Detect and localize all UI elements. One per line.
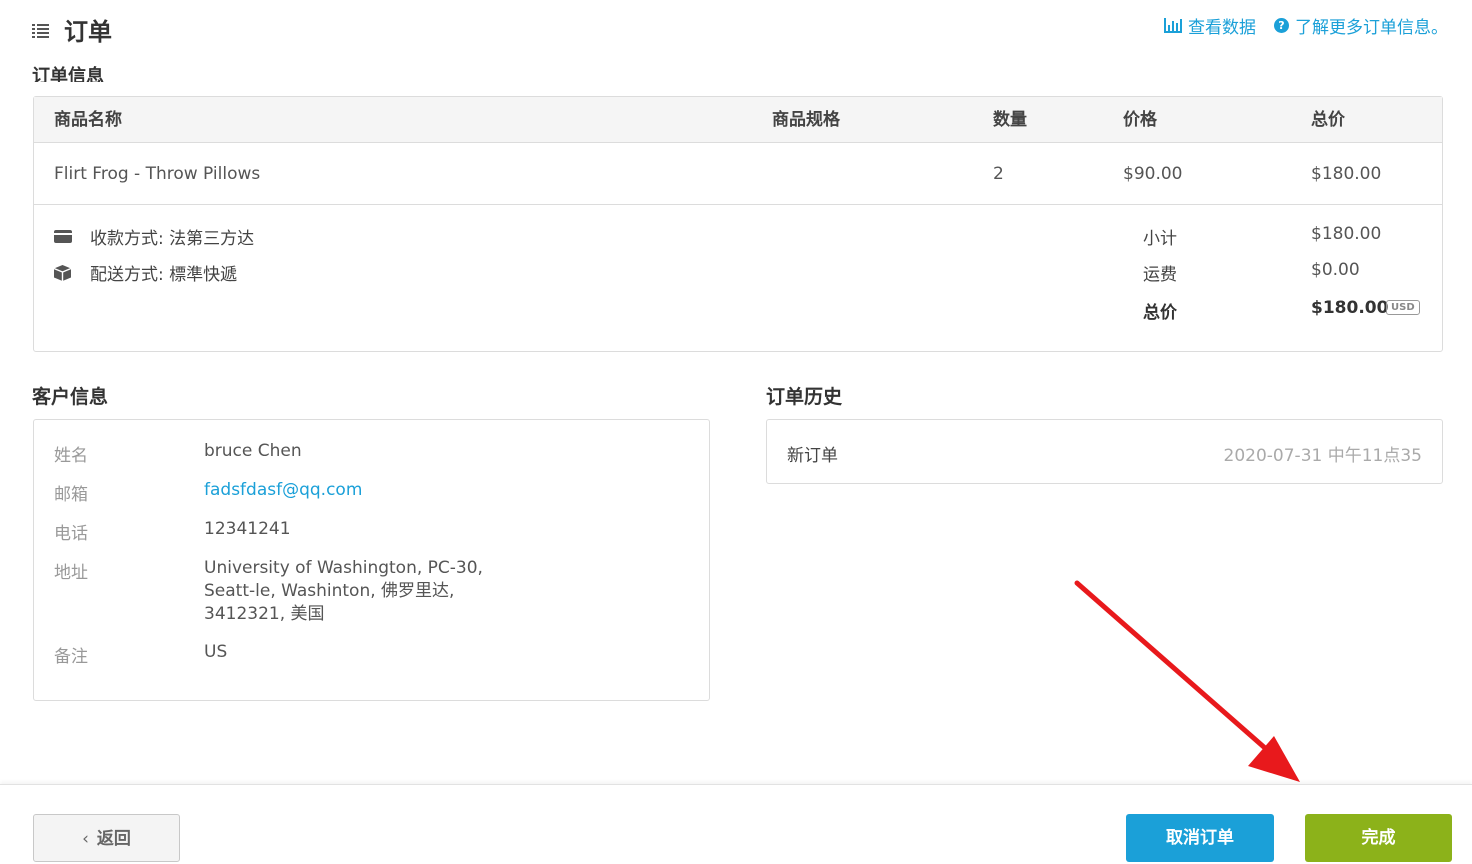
col-qty: 数量 [993, 110, 1027, 130]
col-spec: 商品规格 [772, 110, 840, 130]
box-icon [54, 265, 71, 281]
product-price: $90.00 [1123, 164, 1183, 184]
product-total: $180.00 [1311, 164, 1382, 184]
footer-bar: ‹ 返回 取消订单 完成 [0, 784, 1472, 864]
total-value: $180.00 [1311, 298, 1389, 318]
question-circle-icon: ? [1274, 18, 1289, 33]
name-label: 姓名 [54, 446, 88, 466]
page-title: 订单 [64, 18, 112, 46]
shipping-fee-value: $0.00 [1311, 260, 1360, 280]
cancel-order-button[interactable]: 取消订单 [1126, 814, 1274, 862]
history-time: 2020-07-31 中午11点35 [1223, 446, 1422, 466]
learn-more-link[interactable]: ? 了解更多订单信息。 [1274, 13, 1448, 38]
payment-method-text: 收款方式: 法第三方达 [90, 229, 255, 249]
learn-more-label: 了解更多订单信息。 [1295, 18, 1448, 38]
history-event: 新订单 [787, 446, 838, 466]
currency-badge: USD [1386, 300, 1420, 315]
email-label: 邮箱 [54, 485, 88, 505]
chevron-left-icon: ‹ [82, 829, 89, 849]
phone-label: 电话 [54, 524, 88, 544]
order-history-panel: 新订单 2020-07-31 中午11点35 [766, 419, 1443, 484]
customer-address: University of Washington, PC-30, Seatt-l… [204, 557, 483, 626]
view-data-link[interactable]: 查看数据 [1164, 13, 1256, 38]
customer-info-title: 客户信息 [32, 386, 109, 408]
address-line-2: Seatt-le, Washinton, 佛罗里达, [204, 581, 455, 601]
note-label: 备注 [54, 647, 88, 667]
col-product-name: 商品名称 [54, 110, 122, 130]
col-total: 总价 [1311, 110, 1345, 130]
product-name: Flirt Frog - Throw Pillows [54, 164, 261, 184]
payment-method: 收款方式: 法第三方达 [54, 224, 254, 249]
col-price: 价格 [1123, 110, 1157, 130]
order-history-title: 订单历史 [766, 386, 843, 408]
table-row: Flirt Frog - Throw Pillows 2 $90.00 $180… [34, 143, 1442, 205]
subtotal-value: $180.00 [1311, 224, 1382, 244]
product-qty: 2 [993, 164, 1004, 184]
view-data-label: 查看数据 [1188, 18, 1256, 38]
customer-phone: 12341241 [204, 519, 291, 539]
back-label: 返回 [96, 829, 131, 849]
shipping-fee-label: 运费 [1143, 265, 1177, 285]
total-label: 总价 [1143, 303, 1177, 323]
address-line-1: University of Washington, PC-30, [204, 558, 483, 578]
subtotal-label: 小计 [1143, 229, 1177, 249]
bar-chart-icon [1164, 18, 1182, 33]
customer-info-panel: 姓名 bruce Chen 邮箱 fadsfdasf@qq.com 电话 123… [33, 419, 710, 701]
list-icon [32, 24, 49, 38]
shipping-method: 配送方式: 標準快遞 [54, 260, 237, 285]
red-arrow-annotation [1074, 580, 1300, 782]
address-label: 地址 [54, 563, 88, 583]
customer-name: bruce Chen [204, 441, 302, 461]
customer-email-link[interactable]: fadsfdasf@qq.com [204, 479, 362, 502]
table-header: 商品名称 商品规格 数量 价格 总价 [34, 97, 1442, 143]
complete-button[interactable]: 完成 [1305, 814, 1452, 862]
page-header: 订单 查看数据 ? 了解更多订单信息。 [0, 0, 1472, 60]
address-line-3: 3412321, 美国 [204, 604, 325, 624]
back-button[interactable]: ‹ 返回 [33, 814, 180, 862]
order-table: 商品名称 商品规格 数量 价格 总价 Flirt Frog - Throw Pi… [33, 96, 1443, 352]
credit-card-icon [54, 230, 72, 243]
customer-note: US [204, 642, 228, 662]
shipping-method-text: 配送方式: 標準快遞 [90, 265, 238, 285]
order-info-title: 订单信息 [32, 66, 104, 82]
